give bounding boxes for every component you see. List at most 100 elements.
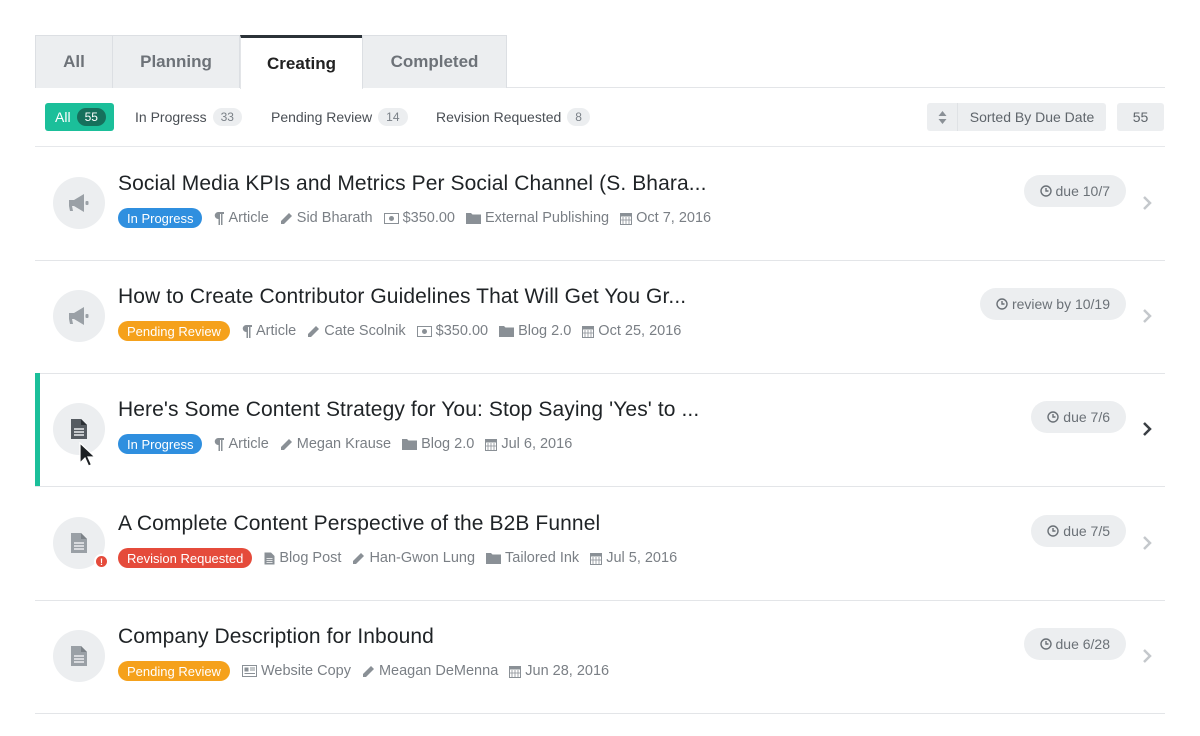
chevron-right-icon[interactable] xyxy=(1139,534,1155,552)
row-title[interactable]: Social Media KPIs and Metrics Per Social… xyxy=(118,172,707,196)
document-icon xyxy=(53,630,105,682)
publication-label: External Publishing xyxy=(484,210,610,226)
content-type: Blog Post xyxy=(264,550,341,566)
pencil-icon xyxy=(308,325,320,337)
content-type: Article xyxy=(214,436,269,452)
author: Meagan DeMenna xyxy=(362,663,498,679)
list-item[interactable]: How to Create Contributor Guidelines Tha… xyxy=(35,260,1165,374)
pencil-icon xyxy=(362,665,374,677)
list-item[interactable]: Company Description for Inbound Pending … xyxy=(35,600,1165,714)
row-meta: Revision Requested Blog Post Han-Gwon Lu… xyxy=(118,548,688,568)
total-count: 55 xyxy=(1117,103,1164,131)
list-item[interactable]: ! A Complete Content Perspective of the … xyxy=(35,487,1165,601)
folder-icon xyxy=(465,213,481,224)
publication: Blog 2.0 xyxy=(499,323,571,339)
author-label: Sid Bharath xyxy=(296,210,373,226)
chevron-right-icon[interactable] xyxy=(1139,307,1155,325)
publication: External Publishing xyxy=(465,210,610,226)
pencil-icon xyxy=(353,552,365,564)
price: $350.00 xyxy=(383,210,455,226)
status-badge: Pending Review xyxy=(118,321,230,341)
due-badge: due 6/28 xyxy=(1023,628,1126,660)
row-title[interactable]: Company Description for Inbound xyxy=(118,625,434,649)
filter-label: In Progress xyxy=(135,109,207,125)
filter-in-progress[interactable]: In Progress 33 xyxy=(135,103,242,131)
author-label: Meagan DeMenna xyxy=(378,663,499,679)
tab-label: Completed xyxy=(390,52,479,71)
date: Oct 7, 2016 xyxy=(620,210,711,226)
price-label: $350.00 xyxy=(402,210,455,226)
tab-all[interactable]: All xyxy=(35,35,113,88)
sort-control[interactable]: Sorted By Due Date xyxy=(927,103,1106,131)
filter-count: 14 xyxy=(378,108,408,126)
list-item-selected[interactable]: Here's Some Content Strategy for You: St… xyxy=(35,373,1165,487)
tab-completed[interactable]: Completed xyxy=(362,35,507,88)
clock-icon xyxy=(1039,185,1052,197)
filter-label: All xyxy=(55,109,71,125)
sort-dropdown[interactable]: Sorted By Due Date xyxy=(958,103,1106,131)
paragraph-icon xyxy=(242,324,252,338)
due-badge: due 10/7 xyxy=(1023,175,1126,207)
calendar-icon xyxy=(582,325,595,338)
due-badge: review by 10/19 xyxy=(979,288,1126,320)
author: Megan Krause xyxy=(280,436,391,452)
date-label: Oct 25, 2016 xyxy=(598,323,682,339)
type-label: Blog Post xyxy=(279,550,342,566)
tab-creating[interactable]: Creating xyxy=(240,35,363,89)
author: Han-Gwon Lung xyxy=(352,550,475,566)
tab-planning[interactable]: Planning xyxy=(112,35,240,88)
sort-icon[interactable] xyxy=(927,103,958,131)
type-label: Article xyxy=(255,323,297,339)
content-type: Article xyxy=(214,210,269,226)
calendar-icon xyxy=(620,212,633,225)
tab-label: Planning xyxy=(140,52,212,71)
clock-icon xyxy=(1039,638,1052,650)
pencil-icon xyxy=(280,438,292,450)
row-title[interactable]: How to Create Contributor Guidelines Tha… xyxy=(118,285,686,309)
date-label: Jun 28, 2016 xyxy=(525,663,610,679)
chevron-right-icon[interactable] xyxy=(1139,194,1155,212)
chevron-right-icon[interactable] xyxy=(1139,647,1155,665)
filter-bar: All 55 In Progress 33 Pending Review 14 … xyxy=(35,89,1165,147)
chevron-right-icon[interactable] xyxy=(1139,420,1155,438)
pencil-icon xyxy=(280,212,292,224)
date-label: Jul 6, 2016 xyxy=(501,436,573,452)
status-badge: In Progress xyxy=(118,434,203,454)
due-label: review by 10/19 xyxy=(1011,296,1110,312)
filter-label: Revision Requested xyxy=(436,109,562,125)
due-label: due 10/7 xyxy=(1055,183,1111,199)
status-badge: Revision Requested xyxy=(118,548,253,568)
publication: Blog 2.0 xyxy=(402,436,474,452)
price: $350.00 xyxy=(416,323,488,339)
date-label: Jul 5, 2016 xyxy=(606,550,678,566)
author: Sid Bharath xyxy=(280,210,373,226)
paragraph-icon xyxy=(215,211,225,225)
clock-icon xyxy=(996,298,1008,310)
author-label: Han-Gwon Lung xyxy=(369,550,476,566)
author: Cate Scolnik xyxy=(307,323,406,339)
megaphone-icon xyxy=(53,177,105,229)
due-label: due 6/28 xyxy=(1055,636,1111,652)
date: Jun 28, 2016 xyxy=(509,663,609,679)
filter-count: 33 xyxy=(212,108,242,126)
filter-pending-review[interactable]: Pending Review 14 xyxy=(271,103,408,131)
date: Jul 5, 2016 xyxy=(590,550,677,566)
folder-icon xyxy=(402,439,418,450)
filter-count: 8 xyxy=(567,108,590,126)
folder-icon xyxy=(486,553,502,564)
due-badge: due 7/6 xyxy=(1031,401,1126,433)
calendar-icon xyxy=(485,438,498,451)
row-title[interactable]: Here's Some Content Strategy for You: St… xyxy=(118,398,699,422)
content-type: Website Copy xyxy=(241,663,351,679)
filter-all[interactable]: All 55 xyxy=(45,103,114,131)
type-label: Article xyxy=(228,436,269,452)
list-item[interactable]: Social Media KPIs and Metrics Per Social… xyxy=(35,147,1165,261)
filter-revision-requested[interactable]: Revision Requested 8 xyxy=(436,103,590,131)
calendar-icon xyxy=(590,552,603,565)
row-meta: Pending Review Article Cate Scolnik $350… xyxy=(118,321,692,341)
type-label: Website Copy xyxy=(260,663,351,679)
clock-icon xyxy=(1047,525,1059,537)
row-title[interactable]: A Complete Content Perspective of the B2… xyxy=(118,512,600,536)
file-icon xyxy=(264,552,275,564)
status-badge: In Progress xyxy=(118,208,203,228)
